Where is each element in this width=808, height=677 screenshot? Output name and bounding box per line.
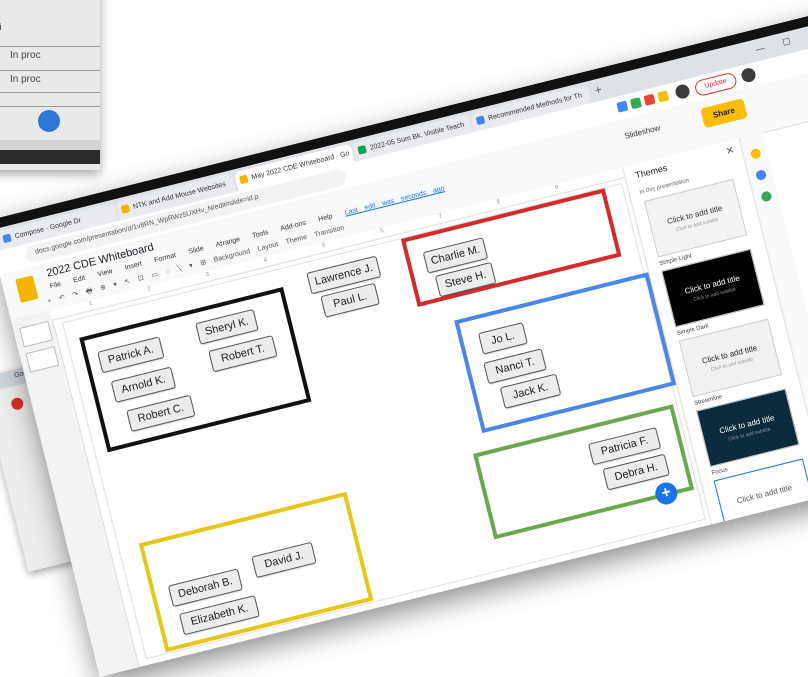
- background-fab-icon: [38, 110, 60, 132]
- theme-name: Focus: [711, 466, 729, 477]
- undo-icon[interactable]: ↶: [58, 294, 65, 302]
- menu-format[interactable]: Format: [154, 252, 177, 264]
- redo-icon[interactable]: ↷: [72, 291, 79, 299]
- ruler-tick: 6: [379, 228, 385, 235]
- zoom-icon[interactable]: ⊕: [99, 284, 106, 292]
- layout-button[interactable]: Layout: [257, 241, 279, 253]
- new-tab-button[interactable]: +: [593, 82, 603, 97]
- table-divider: [0, 92, 100, 93]
- slide-thumbnail[interactable]: [25, 346, 60, 373]
- name-chip[interactable]: Patrick A.: [97, 336, 165, 374]
- table-divider: [0, 106, 100, 107]
- background-taskbar: [0, 150, 100, 164]
- black-group-box[interactable]: Patrick A. Sheryl K. Arnold K. Robert T.…: [79, 287, 312, 453]
- background-status: In proc: [10, 50, 41, 61]
- blue-group-box[interactable]: Jo L. Nanci T. Jack K.: [454, 272, 677, 434]
- extension-icon[interactable]: [616, 100, 629, 113]
- select-icon[interactable]: ↖: [124, 278, 131, 286]
- menu-arrange[interactable]: Arrange: [215, 236, 241, 249]
- new-slide-button[interactable]: +: [47, 298, 53, 306]
- menu-tools[interactable]: Tools: [252, 229, 270, 240]
- yellow-group-box[interactable]: Deborah B. David J. Elizabeth K.: [138, 491, 374, 653]
- table-divider: [0, 46, 100, 47]
- zoom-dropdown-icon[interactable]: ▾: [113, 281, 118, 289]
- name-chip[interactable]: Robert C.: [126, 394, 196, 432]
- comment-icon[interactable]: ⊞: [200, 259, 207, 267]
- menu-help[interactable]: Help: [318, 213, 334, 223]
- menu-addons[interactable]: Add-ons: [280, 220, 307, 233]
- line-icon[interactable]: ╲: [177, 265, 183, 273]
- slides-favicon-icon: [238, 174, 249, 185]
- background-scrollbar: [0, 140, 100, 150]
- ruler-tick: 1: [88, 300, 94, 308]
- tasks-icon[interactable]: [755, 168, 768, 182]
- extension-icon[interactable]: [643, 93, 656, 106]
- menu-edit[interactable]: Edit: [73, 275, 86, 285]
- slides-favicon-icon: [120, 204, 131, 214]
- themes-panel-title: Themes: [634, 162, 669, 181]
- account-avatar[interactable]: [740, 66, 758, 84]
- gmail-favicon-icon: [2, 233, 12, 244]
- docs-favicon-icon: [475, 115, 486, 126]
- ruler-tick: 3: [205, 271, 210, 279]
- sheets-favicon-icon: [357, 144, 367, 155]
- extension-icon[interactable]: [657, 90, 670, 103]
- profile-avatar[interactable]: [674, 83, 692, 101]
- menu-file[interactable]: File: [49, 281, 62, 291]
- maps-icon[interactable]: [760, 190, 773, 203]
- background-status: In proc: [10, 74, 41, 85]
- line-dropdown-icon[interactable]: ▾: [188, 262, 193, 270]
- background-document: ulti In proc In proc: [0, 0, 100, 170]
- table-divider: [0, 70, 100, 71]
- background-cell-label: ulti: [0, 22, 2, 32]
- keep-icon[interactable]: [749, 147, 762, 160]
- ruler-tick: 5: [321, 242, 327, 250]
- print-icon[interactable]: 🖶: [85, 287, 93, 295]
- close-icon[interactable]: ✕: [725, 145, 736, 158]
- ruler-tick: 9: [554, 184, 560, 192]
- ruler-tick: 2: [146, 286, 152, 293]
- theme-card-title: Click to add title: [735, 483, 793, 506]
- record-icon: [10, 396, 25, 412]
- textbox-icon[interactable]: ⊡: [137, 275, 144, 283]
- name-chip[interactable]: Robert T.: [208, 335, 278, 373]
- slide-thumbnail[interactable]: [19, 320, 54, 348]
- ruler-tick: 7: [437, 213, 443, 221]
- share-button[interactable]: Share: [700, 98, 748, 129]
- theme-button[interactable]: Theme: [285, 234, 308, 246]
- last-edit-link[interactable]: Last edit was seconds ago: [344, 185, 445, 217]
- menu-insert[interactable]: Insert: [124, 261, 143, 272]
- ruler-tick: 4: [263, 257, 269, 264]
- image-icon[interactable]: ▭: [151, 271, 159, 279]
- extension-icon[interactable]: [629, 97, 643, 110]
- slideshow-button[interactable]: Slideshow: [624, 123, 662, 141]
- name-chip[interactable]: Sheryl K.: [195, 308, 259, 345]
- browser-window: Compose · Google Dr NTK and Add Mouse We…: [0, 8, 808, 677]
- menu-slide[interactable]: Slide: [188, 245, 205, 256]
- slides-logo-icon[interactable]: [15, 275, 39, 303]
- name-chip[interactable]: Arnold K.: [110, 366, 177, 403]
- menu-view[interactable]: View: [97, 268, 113, 278]
- shape-icon[interactable]: ◌: [165, 268, 171, 276]
- name-chip[interactable]: Jo L.: [477, 322, 528, 355]
- ruler-tick: 8: [496, 199, 501, 206]
- name-chip[interactable]: David J.: [251, 541, 317, 579]
